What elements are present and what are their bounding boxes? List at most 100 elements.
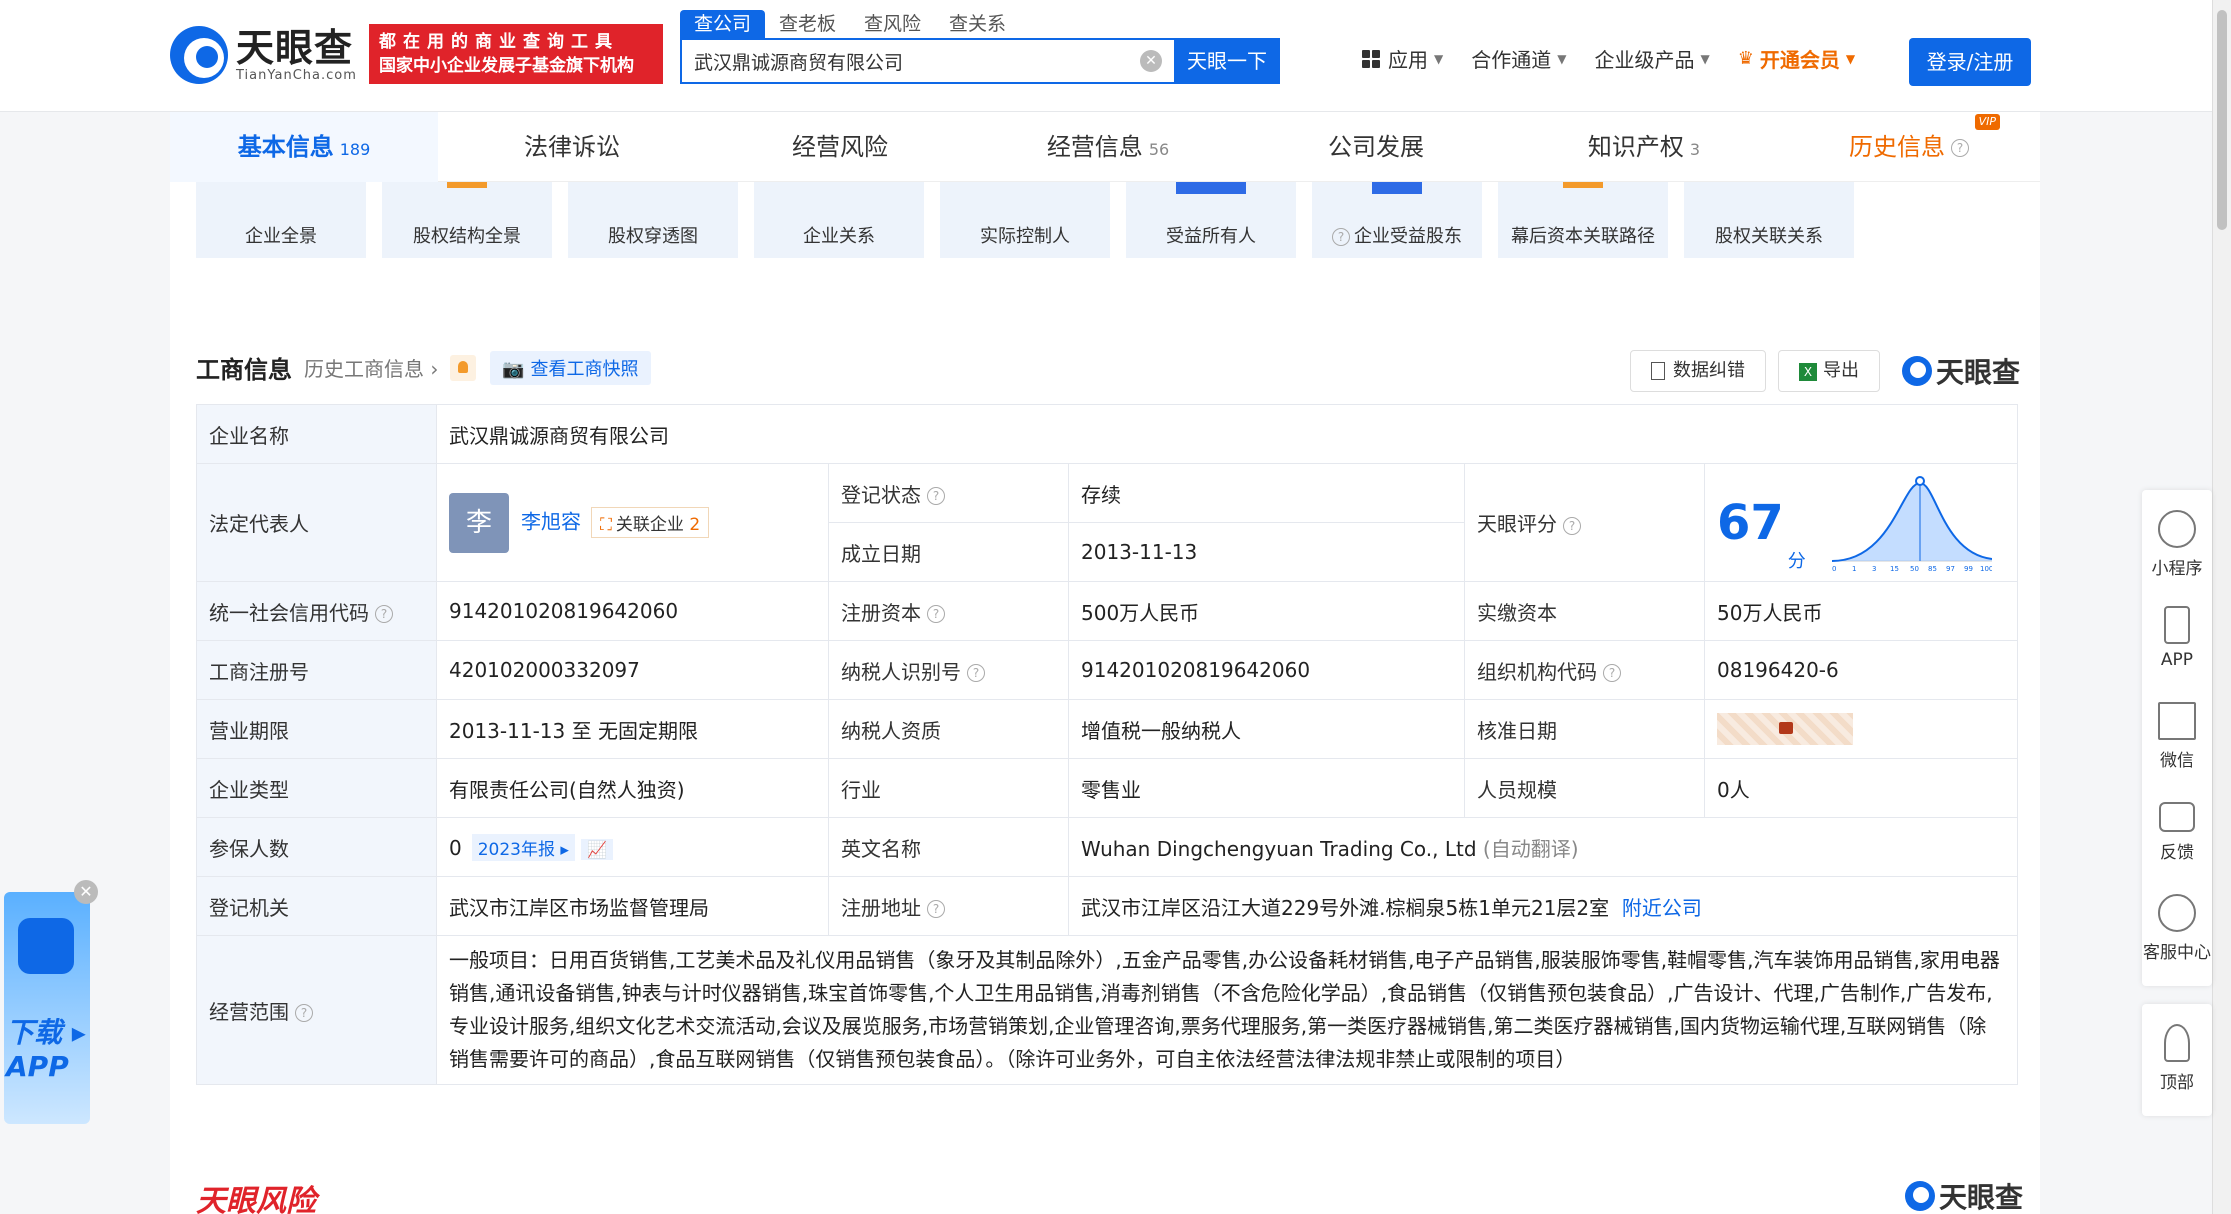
score-cell[interactable]: 67分 0 1 3 15 50 85 97 99 100 bbox=[1704, 463, 2018, 582]
nav-enterprise-label: 企业级产品 bbox=[1594, 48, 1695, 72]
nav-vip[interactable]: ♛ 开通会员 ▼ bbox=[1738, 44, 1855, 73]
table-row: 工商注册号 420102000332097 纳税人识别号? 9142010208… bbox=[196, 640, 2018, 700]
history-link[interactable]: 历史工商信息 › bbox=[304, 353, 438, 382]
watermark-logo: 天眼查 bbox=[1902, 351, 2020, 391]
help-icon[interactable]: ? bbox=[1603, 664, 1621, 682]
staff-value: 0人 bbox=[1704, 758, 2018, 818]
term-key: 营业期限 bbox=[196, 699, 437, 759]
data-correction-label: 数据纠错 bbox=[1673, 360, 1745, 381]
snapshot-button[interactable]: 📷 查看工商快照 bbox=[490, 350, 651, 385]
nearby-companies-link[interactable]: 附近公司 bbox=[1622, 896, 1702, 920]
table-row: 法定代表人 李李旭容 ⛶ 关联企业 2 登记状态? 存续 天眼评分? 67分 0 1… bbox=[196, 463, 2018, 582]
tab-basic-info[interactable]: 基本信息 189 bbox=[170, 112, 438, 182]
search-tab-relation[interactable]: 查关系 bbox=[935, 10, 1020, 38]
shortcut-equity-relation[interactable]: 股权关联关系 bbox=[1684, 182, 1854, 258]
table-row: 营业期限 2013-11-13 至 无固定期限 纳税人资质 增值税一般纳税人 核… bbox=[196, 699, 2018, 759]
search-tab-boss[interactable]: 查老板 bbox=[765, 10, 850, 38]
address-value: 武汉市江岸区沿江大道229号外滩.棕榈泉5栋1单元21层2室 bbox=[1081, 895, 1610, 920]
tab-history[interactable]: 历史信息? VIP bbox=[1778, 112, 2040, 182]
wechat-button[interactable]: 微信 bbox=[2142, 690, 2212, 786]
search-tab-company[interactable]: 查公司 bbox=[680, 10, 766, 38]
shortcut-beneficial-shareholder[interactable]: ? 企业受益股东 bbox=[1312, 182, 1482, 258]
avatar[interactable]: 李 bbox=[449, 492, 509, 553]
legal-rep-link[interactable]: 李旭容 bbox=[521, 509, 581, 533]
help-icon[interactable]: ? bbox=[1332, 228, 1350, 246]
table-row: 经营范围? 一般项目：日用百货销售,工艺美术品及礼仪用品销售（象牙及其制品除外）… bbox=[196, 935, 2018, 1085]
chevron-down-icon: ▼ bbox=[1557, 51, 1567, 66]
company-name-value: 武汉鼎诚源商贸有限公司 bbox=[436, 404, 2018, 464]
annual-report-tag[interactable]: 2023年报 ▸ bbox=[471, 833, 575, 861]
download-app-text: 下载 ▸ APP bbox=[6, 1016, 86, 1083]
help-icon[interactable]: ? bbox=[1951, 139, 1969, 157]
scrollbar-thumb[interactable] bbox=[2217, 10, 2227, 230]
search-button[interactable]: 天眼一下 bbox=[1174, 38, 1280, 84]
approve-date-key: 核准日期 bbox=[1464, 699, 1705, 759]
tab-development[interactable]: 公司发展 bbox=[1242, 112, 1510, 182]
shortcut-label: 股权结构全景 bbox=[413, 226, 521, 247]
nav-apps[interactable]: 应用 ▼ bbox=[1362, 44, 1443, 73]
vertical-scrollbar[interactable] bbox=[2212, 0, 2231, 1214]
clear-icon[interactable]: ✕ bbox=[1140, 50, 1162, 72]
mini-program-button[interactable]: 小程序 bbox=[2142, 498, 2212, 594]
mini-program-icon bbox=[2158, 510, 2196, 548]
shortcut-equity-penetration[interactable]: 股权穿透图 bbox=[568, 182, 738, 258]
tab-operation[interactable]: 经营信息 56 bbox=[974, 112, 1242, 182]
scope-value: 一般项目：日用百货销售,工艺美术品及礼仪用品销售（象牙及其制品除外）,五金产品零… bbox=[436, 935, 2018, 1085]
back-to-top-button[interactable]: 顶部 bbox=[2142, 1012, 2212, 1108]
tab-count: 189 bbox=[339, 140, 371, 159]
tab-risk[interactable]: 经营风险 bbox=[706, 112, 974, 182]
app-button[interactable]: APP bbox=[2142, 594, 2212, 690]
related-companies-tag[interactable]: ⛶ 关联企业 2 bbox=[591, 507, 710, 538]
help-icon[interactable]: ? bbox=[927, 487, 945, 505]
shortcut-capital-path[interactable]: 幕后资本关联路径 bbox=[1498, 182, 1668, 258]
export-button[interactable]: X 导出 bbox=[1778, 350, 1880, 392]
shortcut-panorama[interactable]: 企业全景 bbox=[196, 182, 366, 258]
scope-key: 经营范围? bbox=[196, 935, 437, 1085]
side-label: 顶部 bbox=[2160, 1073, 2194, 1093]
help-icon[interactable]: ? bbox=[375, 605, 393, 623]
help-icon[interactable]: ? bbox=[927, 605, 945, 623]
shortcut-label: 实际控制人 bbox=[980, 226, 1070, 247]
credit-code-key: 统一社会信用代码? bbox=[196, 581, 437, 641]
customer-service-button[interactable]: 客服中心 bbox=[2142, 882, 2212, 978]
search-tab-risk[interactable]: 查风险 bbox=[850, 10, 935, 38]
search-input[interactable]: 武汉鼎诚源商贸有限公司 ✕ bbox=[680, 38, 1174, 84]
shortcut-relations[interactable]: 企业关系 bbox=[754, 182, 924, 258]
nav-enterprise[interactable]: 企业级产品 ▼ bbox=[1594, 44, 1709, 73]
site-logo[interactable]: 天眼查 TianYanCha.com bbox=[170, 26, 357, 84]
shortcut-controller[interactable]: 实际控制人 bbox=[940, 182, 1110, 258]
help-icon[interactable]: ? bbox=[967, 664, 985, 682]
trend-chart-icon[interactable]: 📈 bbox=[580, 838, 613, 860]
app-download-float[interactable]: 下载 ▸ APP ✕ bbox=[0, 880, 100, 1130]
bell-icon[interactable] bbox=[450, 354, 477, 381]
nav-cooperation-label: 合作通道 bbox=[1471, 48, 1552, 72]
paid-capital-key: 实缴资本 bbox=[1464, 581, 1705, 641]
shortcut-equity-structure[interactable]: 股权结构全景 bbox=[382, 182, 552, 258]
search-input-value: 武汉鼎诚源商贸有限公司 bbox=[694, 51, 904, 74]
data-correction-button[interactable]: 数据纠错 bbox=[1630, 350, 1766, 392]
org-code-value: 08196420-6 bbox=[1704, 640, 2018, 700]
shortcut-label: 股权穿透图 bbox=[608, 226, 698, 247]
tab-ip[interactable]: 知识产权 3 bbox=[1510, 112, 1778, 182]
staff-key: 人员规模 bbox=[1464, 758, 1705, 818]
approve-date-value[interactable] bbox=[1704, 699, 2018, 759]
help-icon[interactable]: ? bbox=[1563, 516, 1581, 535]
section-tabs: 基本信息 189 法律诉讼 经营风险 经营信息 56 公司发展 知识产权 3 历史信息… bbox=[170, 112, 2040, 182]
help-icon[interactable]: ? bbox=[927, 900, 945, 918]
shortcut-beneficiary[interactable]: 受益所有人 bbox=[1126, 182, 1296, 258]
credit-code-value: 914201020819642060 bbox=[436, 581, 829, 641]
login-button[interactable]: 登录/注册 bbox=[1909, 38, 2031, 86]
taxpayer-qual-value: 增值税一般纳税人 bbox=[1068, 699, 1465, 759]
nav-cooperation[interactable]: 合作通道 ▼ bbox=[1471, 44, 1566, 73]
lock-icon[interactable] bbox=[1717, 713, 1853, 745]
chevron-down-icon: ▼ bbox=[1434, 51, 1444, 66]
term-value: 2013-11-13 至 无固定期限 bbox=[436, 699, 829, 759]
chevron-down-icon: ▼ bbox=[1700, 51, 1710, 66]
top-header: 天眼查 TianYanCha.com 都在用的商业查询工具 国家中小企业发展子基… bbox=[0, 0, 2212, 112]
help-icon[interactable]: ? bbox=[295, 1004, 313, 1022]
close-icon[interactable]: ✕ bbox=[74, 880, 98, 904]
slogan-banner: 都在用的商业查询工具 国家中小企业发展子基金旗下机构 bbox=[369, 24, 663, 84]
tab-legal[interactable]: 法律诉讼 bbox=[438, 112, 706, 182]
company-type-value: 有限责任公司(自然人独资) bbox=[436, 758, 829, 818]
feedback-button[interactable]: 反馈 bbox=[2142, 786, 2212, 882]
